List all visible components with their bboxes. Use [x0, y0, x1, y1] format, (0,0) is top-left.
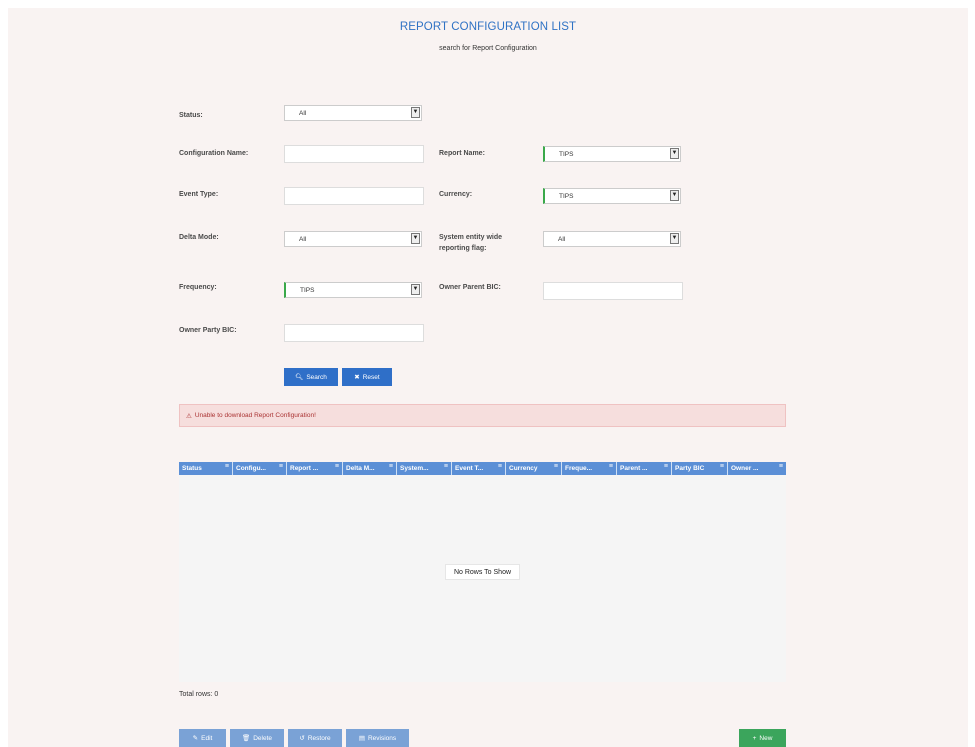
plus-icon: + — [752, 734, 757, 742]
column-header-frequency[interactable]: Freque... ≡ — [562, 462, 617, 475]
system-flag-label: System entity wide reporting flag: — [439, 234, 503, 252]
status-label: Status: — [179, 112, 203, 119]
restore-button[interactable]: ↺ Restore — [288, 729, 342, 747]
column-menu-icon[interactable]: ≡ — [389, 463, 393, 470]
grid-header: Status ≡ Configu... ≡ Report ... ≡ Delta M.… — [179, 462, 786, 475]
reset-button-label: Reset — [362, 373, 380, 381]
event-type-input[interactable] — [284, 187, 424, 205]
column-menu-icon[interactable]: ≡ — [279, 463, 283, 470]
owner-parent-bic-label: Owner Parent BIC: — [439, 284, 501, 291]
owner-party-bic-input[interactable] — [284, 324, 424, 342]
event-type-label: Event Type: — [179, 191, 219, 198]
error-alert-text: Unable to download Report Configuration! — [194, 412, 316, 419]
frequency-select[interactable]: TIPS ▼ — [284, 282, 422, 298]
restore-icon: ↺ — [299, 735, 305, 742]
edit-button[interactable]: ✎ Edit — [179, 729, 226, 747]
column-header-party-bic[interactable]: Party BIC ≡ — [672, 462, 728, 475]
delete-button[interactable]: 🗑︎ Delete — [230, 729, 284, 747]
edit-icon: ✎ — [192, 735, 199, 742]
search-button[interactable]: 🔍︎ Search — [284, 368, 338, 386]
frequency-label: Frequency: — [179, 284, 217, 291]
column-header-owner[interactable]: Owner ... ≡ — [728, 462, 786, 475]
currency-label: Currency: — [439, 191, 473, 198]
search-button-label: Search — [306, 373, 327, 381]
status-select-value: All — [299, 110, 307, 117]
configuration-name-label: Configuration Name: — [179, 150, 249, 157]
report-name-select-value: TIPS — [559, 151, 574, 158]
system-flag-select-value: All — [558, 236, 566, 243]
new-button-label: New — [759, 734, 773, 742]
chevron-down-icon[interactable]: ▼ — [670, 233, 679, 244]
page-title: REPORT CONFIGURATION LIST — [399, 21, 577, 33]
column-header-delta-mode[interactable]: Delta M... ≡ — [343, 462, 397, 475]
chevron-down-icon[interactable]: ▼ — [411, 233, 420, 244]
column-menu-icon[interactable]: ≡ — [498, 463, 502, 470]
column-header-parent[interactable]: Parent ... ≡ — [617, 462, 672, 475]
column-menu-icon[interactable]: ≡ — [554, 463, 558, 470]
column-header-event-type[interactable]: Event T... ≡ — [452, 462, 506, 475]
chevron-down-icon[interactable]: ▼ — [670, 190, 679, 201]
archive-icon: ▤ — [358, 735, 365, 742]
edit-button-label: Edit — [201, 734, 213, 742]
column-menu-icon[interactable]: ≡ — [779, 463, 783, 470]
report-grid: Status ≡ Configu... ≡ Report ... ≡ Delta M.… — [179, 462, 786, 682]
column-header-system[interactable]: System... ≡ — [397, 462, 452, 475]
frequency-select-value: TIPS — [300, 287, 315, 294]
owner-party-bic-label: Owner Party BIC: — [179, 327, 237, 334]
currency-select[interactable]: TIPS ▼ — [543, 188, 681, 204]
column-header-currency[interactable]: Currency ≡ — [506, 462, 562, 475]
delta-mode-label: Delta Mode: — [179, 234, 219, 241]
search-icon: 🔍︎ — [295, 374, 304, 381]
column-header-configuration[interactable]: Configu... ≡ — [233, 462, 287, 475]
report-name-select[interactable]: TIPS ▼ — [543, 146, 681, 162]
trash-icon: 🗑︎ — [241, 735, 251, 742]
delta-mode-select-value: All — [299, 236, 307, 243]
system-flag-select[interactable]: All ▼ — [543, 231, 681, 247]
owner-parent-bic-input[interactable] — [543, 282, 683, 300]
page-container: REPORT CONFIGURATION LIST search for Rep… — [8, 8, 968, 747]
chevron-down-icon[interactable]: ▼ — [670, 148, 679, 159]
status-select[interactable]: All ▼ — [284, 105, 422, 121]
delta-mode-select[interactable]: All ▼ — [284, 231, 422, 247]
column-header-status[interactable]: Status ≡ — [179, 462, 233, 475]
delete-button-label: Delete — [253, 734, 273, 742]
new-button[interactable]: + New — [739, 729, 786, 747]
column-header-report[interactable]: Report ... ≡ — [287, 462, 343, 475]
page-subtitle: search for Report Configuration — [439, 45, 537, 52]
column-menu-icon[interactable]: ≡ — [335, 463, 339, 470]
no-rows-message: No Rows To Show — [445, 564, 520, 580]
warning-icon: ⚠ — [186, 412, 192, 420]
restore-button-label: Restore — [307, 734, 331, 742]
chevron-down-icon[interactable]: ▼ — [411, 107, 420, 118]
report-name-label: Report Name: — [439, 150, 485, 157]
revisions-button[interactable]: ▤ Revisions — [346, 729, 409, 747]
currency-select-value: TIPS — [559, 193, 574, 200]
total-rows: Total rows: 0 — [179, 691, 219, 698]
column-menu-icon[interactable]: ≡ — [444, 463, 448, 470]
chevron-down-icon[interactable]: ▼ — [411, 284, 420, 295]
column-menu-icon[interactable]: ≡ — [664, 463, 668, 470]
column-menu-icon[interactable]: ≡ — [720, 463, 724, 470]
configuration-name-input[interactable] — [284, 145, 424, 163]
column-menu-icon[interactable]: ≡ — [225, 463, 229, 470]
error-alert: ⚠ Unable to download Report Configuratio… — [179, 404, 786, 427]
column-menu-icon[interactable]: ≡ — [609, 463, 613, 470]
revisions-button-label: Revisions — [367, 734, 397, 742]
reset-button[interactable]: ✖ Reset — [342, 368, 392, 386]
close-icon: ✖ — [354, 374, 360, 381]
